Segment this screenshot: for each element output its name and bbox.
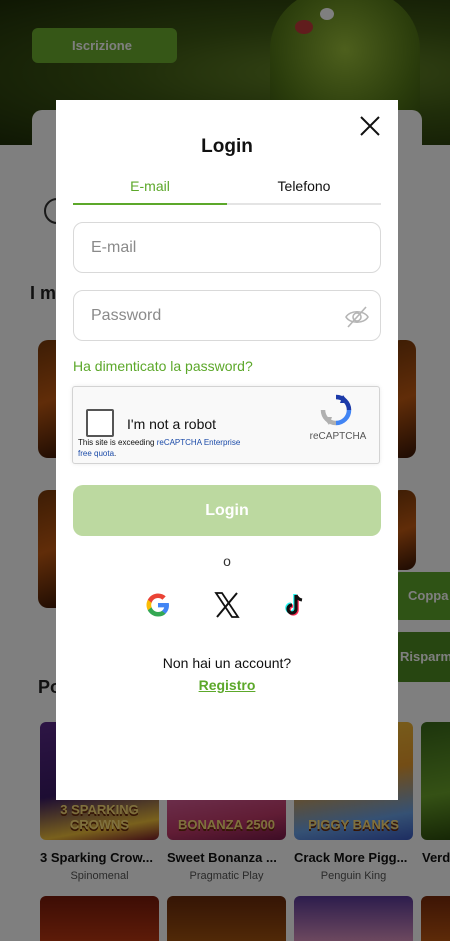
modal-title: Login — [201, 136, 253, 157]
password-field — [73, 290, 381, 341]
forgot-password-link[interactable]: Ha dimenticato la password? — [73, 358, 253, 374]
no-account-text: Non hai un account? — [162, 655, 292, 671]
recaptcha-widget: I'm not a robot This site is exceeding r… — [72, 386, 380, 464]
login-method-tabs: E-mail Telefono — [73, 176, 381, 205]
tab-email[interactable]: E-mail — [73, 176, 227, 205]
login-modal: Login E-mail Telefono Ha dimenticato la … — [56, 100, 398, 800]
or-separator: o — [223, 553, 231, 569]
tiktok-icon[interactable] — [281, 590, 311, 620]
recaptcha-checkbox[interactable] — [86, 409, 114, 437]
recaptcha-logo-icon — [319, 394, 353, 426]
x-icon[interactable] — [212, 590, 242, 620]
email-field — [73, 222, 381, 273]
email-input[interactable] — [74, 223, 380, 272]
login-button[interactable]: Login — [73, 485, 381, 536]
eye-off-icon[interactable] — [344, 304, 370, 330]
recaptcha-warning: This site is exceeding reCAPTCHA Enterpr… — [78, 437, 248, 459]
recaptcha-warning-prefix: This site is exceeding — [78, 438, 157, 447]
register-link[interactable]: Registro — [56, 677, 398, 693]
tab-phone[interactable]: Telefono — [227, 176, 381, 205]
active-tab-indicator — [73, 203, 227, 205]
google-icon[interactable] — [143, 590, 173, 620]
recaptcha-warning-suffix: . — [114, 449, 117, 458]
close-icon[interactable] — [358, 114, 382, 138]
recaptcha-brand: reCAPTCHA — [309, 431, 367, 442]
password-input[interactable] — [74, 291, 380, 340]
recaptcha-label: I'm not a robot — [127, 416, 217, 432]
